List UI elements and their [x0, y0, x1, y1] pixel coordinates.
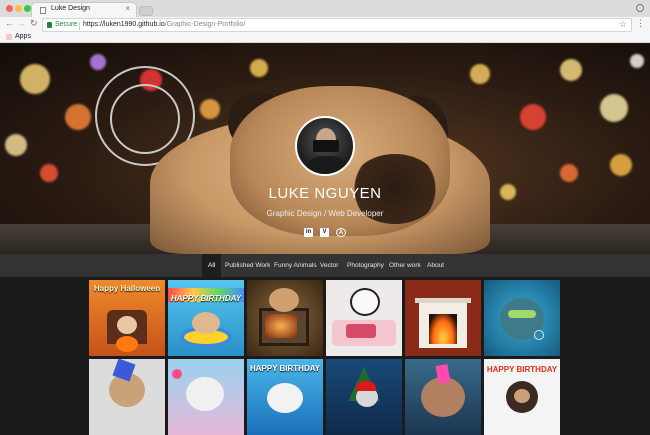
hero-banner: LUKE NGUYEN Graphic Design / Web Develop…	[0, 44, 650, 254]
bokeh-light	[5, 134, 27, 156]
vimeo-icon[interactable]: V	[320, 228, 329, 237]
gallery-thumb[interactable]	[89, 359, 165, 435]
bokeh-light	[40, 164, 58, 182]
document-icon	[40, 7, 46, 14]
bokeh-light	[600, 94, 628, 122]
url-path: /Graphic-Design-Portfolio/	[164, 21, 246, 28]
bookmarks-bar: Apps	[0, 33, 650, 43]
forward-arrow-icon[interactable]: →	[17, 18, 26, 28]
gallery-thumb[interactable]	[326, 280, 402, 356]
thumb-caption: Happy Halloween	[93, 284, 161, 293]
profile-icon[interactable]	[636, 4, 644, 12]
profile-name: LUKE NGUYEN	[268, 185, 382, 202]
tab-title: Luke Design	[51, 5, 90, 12]
new-tab-button[interactable]	[139, 6, 153, 16]
url-text[interactable]: https://luken1990.github.io/Graphic-Desi…	[83, 21, 245, 28]
bokeh-light	[560, 59, 582, 81]
close-window-button[interactable]	[6, 5, 13, 12]
bokeh-light	[20, 64, 50, 94]
url-host: https://luken1990.github.io	[83, 21, 165, 28]
gallery-thumb[interactable]	[326, 359, 402, 435]
gallery-thumb[interactable]	[168, 359, 244, 435]
thumb-caption: HAPPY BIRTHDAY	[170, 294, 242, 303]
bokeh-light	[520, 104, 546, 130]
bookmark-star-icon[interactable]: ☆	[619, 19, 627, 30]
back-arrow-icon[interactable]: ←	[5, 18, 14, 28]
bokeh-light	[560, 164, 578, 182]
apps-grid-icon[interactable]	[6, 34, 12, 40]
gallery-thumb[interactable]	[405, 280, 481, 356]
minimize-window-button[interactable]	[15, 5, 22, 12]
apps-bookmark[interactable]: Apps	[15, 33, 31, 40]
thumb-caption: HAPPY BIRTHDAY	[486, 365, 558, 374]
avatar-shirt	[307, 156, 347, 174]
profile-subtitle: Graphic Design / Web Developer	[266, 209, 384, 218]
address-bar[interactable]: Secure https://luken1990.github.io/Graph…	[42, 18, 632, 32]
gallery-thumb[interactable]	[484, 280, 560, 356]
tab-close-button[interactable]: ×	[125, 4, 130, 13]
linkedin-icon[interactable]: in	[304, 228, 313, 237]
browser-toolbar: ← → ↻ Secure https://luken1990.github.io…	[0, 17, 650, 33]
gallery-thumb[interactable]: Happy Halloween	[89, 280, 165, 356]
gallery-thumb[interactable]: HAPPY BIRTHDAY	[247, 359, 323, 435]
bokeh-light	[65, 104, 91, 130]
bokeh-light	[610, 154, 632, 176]
gallery-thumb[interactable]: HAPPY BIRTHDAY	[484, 359, 560, 435]
tab-strip: Luke Design ×	[0, 0, 650, 17]
bokeh-light	[200, 99, 220, 119]
bokeh-light	[250, 59, 268, 77]
behance-icon[interactable]: A	[336, 228, 346, 237]
avatar	[295, 116, 355, 176]
secure-label: Secure	[55, 21, 78, 28]
browser-tab[interactable]: Luke Design ×	[31, 2, 137, 17]
tv-antenna	[110, 84, 180, 154]
gallery-thumb[interactable]: HAPPY BIRTHDAY	[168, 280, 244, 356]
portfolio-filter-nav: All Published Work Funny Animals Vector …	[0, 254, 650, 277]
thumb-caption: HAPPY BIRTHDAY	[249, 364, 321, 373]
filter-vector[interactable]: Vector	[314, 254, 344, 277]
menu-icon[interactable]: ⋮	[636, 18, 645, 29]
divider	[79, 22, 80, 30]
portfolio-gallery: Happy Halloween HAPPY BIRTHDAY HAPPY BIR…	[0, 277, 650, 435]
lock-icon	[47, 22, 52, 28]
bokeh-light	[90, 54, 106, 70]
maximize-window-button[interactable]	[24, 5, 31, 12]
filter-about[interactable]: About	[421, 254, 450, 277]
bokeh-light	[470, 64, 490, 84]
camera-icon	[313, 140, 339, 152]
gallery-thumb[interactable]	[247, 280, 323, 356]
bokeh-light	[630, 54, 644, 68]
reload-icon[interactable]: ↻	[30, 18, 38, 29]
gallery-thumb[interactable]	[405, 359, 481, 435]
